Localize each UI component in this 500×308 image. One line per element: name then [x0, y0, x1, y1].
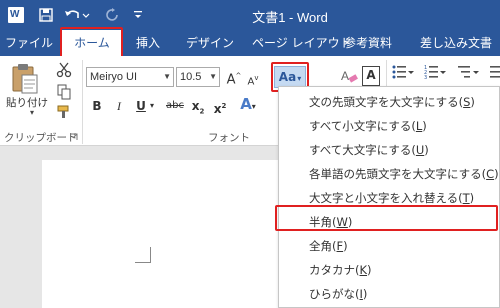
underline-dropdown-icon[interactable]: ▾	[148, 97, 156, 117]
superscript-index: 2	[221, 102, 227, 110]
menu-item-label: すべて小文字にする(	[309, 119, 416, 133]
text-effects-glyph: A	[240, 95, 252, 113]
menu-item-paren: )	[422, 119, 427, 133]
clipboard-icon	[12, 64, 38, 94]
subscript-index: 2	[199, 107, 205, 116]
text-effects-button[interactable]: A▾	[238, 95, 258, 115]
paste-dropdown-arrow-icon[interactable]: ▾	[30, 108, 40, 124]
shrink-font-button[interactable]: Av	[246, 69, 260, 89]
margin-corner-mark	[135, 262, 151, 263]
menu-item-accesskey: T	[462, 191, 470, 205]
svg-text:A: A	[341, 69, 349, 83]
font-name-value: Meiryo UI	[90, 71, 138, 83]
tab-mailings[interactable]: 差し込み文書	[414, 30, 498, 56]
window-title: 文書1 - Word	[252, 10, 328, 25]
eraser-icon: A	[341, 69, 358, 83]
half-width-highlight	[275, 205, 498, 231]
tab-design[interactable]: デザイン	[180, 30, 240, 56]
menu-item-label: 大文字と小文字を入れ替える(	[309, 191, 463, 205]
menu-item-paren: )	[424, 143, 429, 157]
menu-item-katakana[interactable]: カタカナ(K)	[279, 259, 500, 281]
font-group-label: フォント	[208, 132, 250, 144]
multilevel-list-icon	[458, 66, 479, 78]
tab-file[interactable]: ファイル	[0, 30, 58, 56]
menu-item-label: ひらがな(	[309, 287, 360, 301]
menu-item-lowercase[interactable]: すべて小文字にする(L)	[279, 115, 500, 137]
title-bar: W 文書1 - Word	[0, 0, 500, 30]
document-page[interactable]	[42, 160, 282, 308]
menu-item-label: カタカナ(	[309, 263, 360, 277]
menu-item-capitalize-each-word[interactable]: 各単語の先頭文字を大文字にする(C)	[279, 163, 500, 185]
menu-item-uppercase[interactable]: すべて大文字にする(U)	[279, 139, 500, 161]
change-case-menu: 文の先頭文字を大文字にする(S) すべて小文字にする(L) すべて大文字にする(…	[278, 86, 500, 308]
clipboard-group-label: クリップボード	[4, 132, 78, 144]
underline-button[interactable]: U	[134, 97, 148, 117]
font-name-select[interactable]: Meiryo UI ▼	[86, 67, 174, 87]
tab-references[interactable]: 参考資料	[338, 30, 398, 56]
menu-item-paren: )	[469, 191, 475, 205]
menu-item-full-width[interactable]: 全角(F)	[279, 235, 500, 257]
char-border-glyph: A	[366, 68, 376, 82]
menu-item-label: 各単語の先頭文字を大文字にする(	[309, 167, 487, 181]
copy-button[interactable]	[56, 84, 72, 100]
menu-item-paren: )	[494, 167, 499, 181]
dialog-launcher-icon	[71, 133, 78, 140]
tab-insert[interactable]: 挿入	[130, 30, 166, 56]
menu-item-accesskey: C	[486, 167, 495, 181]
numbering-button[interactable]: 1 2 3	[424, 64, 446, 81]
decrease-indent-button[interactable]	[490, 64, 500, 80]
cut-button[interactable]	[56, 62, 72, 78]
bullet-list-icon	[392, 65, 414, 79]
bold-button[interactable]: B	[90, 97, 104, 117]
copy-icon	[57, 84, 71, 100]
chevron-down-icon: ▼	[209, 72, 217, 81]
menu-item-accesskey: U	[415, 143, 425, 157]
group-separator	[82, 60, 83, 144]
menu-item-paren: )	[470, 95, 475, 109]
menu-item-accesskey: K	[359, 263, 368, 277]
menu-item-hiragana[interactable]: ひらがな(I)	[279, 283, 500, 305]
menu-item-paren: )	[367, 263, 372, 277]
chevron-down-icon: ▼	[163, 72, 171, 81]
svg-text:3: 3	[424, 75, 427, 80]
scissors-icon	[56, 62, 72, 78]
paintbrush-icon	[57, 105, 69, 118]
menu-item-paren: )	[362, 287, 368, 301]
strikethrough-button[interactable]: abc	[164, 97, 186, 117]
numbered-list-icon: 1 2 3	[424, 65, 446, 81]
grow-font-glyph: A	[226, 72, 236, 88]
margin-corner-mark	[150, 247, 151, 263]
menu-item-label: 全角(	[309, 239, 337, 253]
menu-item-label: 文の先頭文字を大文字にする(	[309, 95, 464, 109]
format-painter-button[interactable]	[56, 104, 72, 120]
indent-icon	[490, 66, 500, 78]
superscript-button[interactable]: x2	[212, 97, 228, 117]
font-size-value: 10.5	[180, 71, 202, 83]
paste-button[interactable]	[10, 62, 40, 94]
subscript-button[interactable]: x2	[190, 97, 206, 117]
multilevel-list-button[interactable]	[458, 64, 480, 80]
italic-button[interactable]: I	[112, 97, 126, 117]
clipboard-launcher-icon[interactable]	[70, 131, 78, 140]
menu-item-sentence-case[interactable]: 文の先頭文字を大文字にする(S)	[279, 91, 500, 113]
character-border-button[interactable]: A	[362, 66, 380, 86]
clear-formatting-button[interactable]: A	[340, 67, 358, 87]
grow-font-button[interactable]: A^	[226, 67, 242, 87]
font-size-select[interactable]: 10.5 ▼	[176, 67, 220, 87]
menu-item-label: すべて大文字にする(	[309, 143, 416, 157]
paste-label[interactable]: 貼り付け	[6, 95, 48, 110]
bullets-button[interactable]	[392, 64, 414, 80]
menu-item-paren: )	[343, 239, 348, 253]
home-tab-highlight	[60, 27, 123, 58]
